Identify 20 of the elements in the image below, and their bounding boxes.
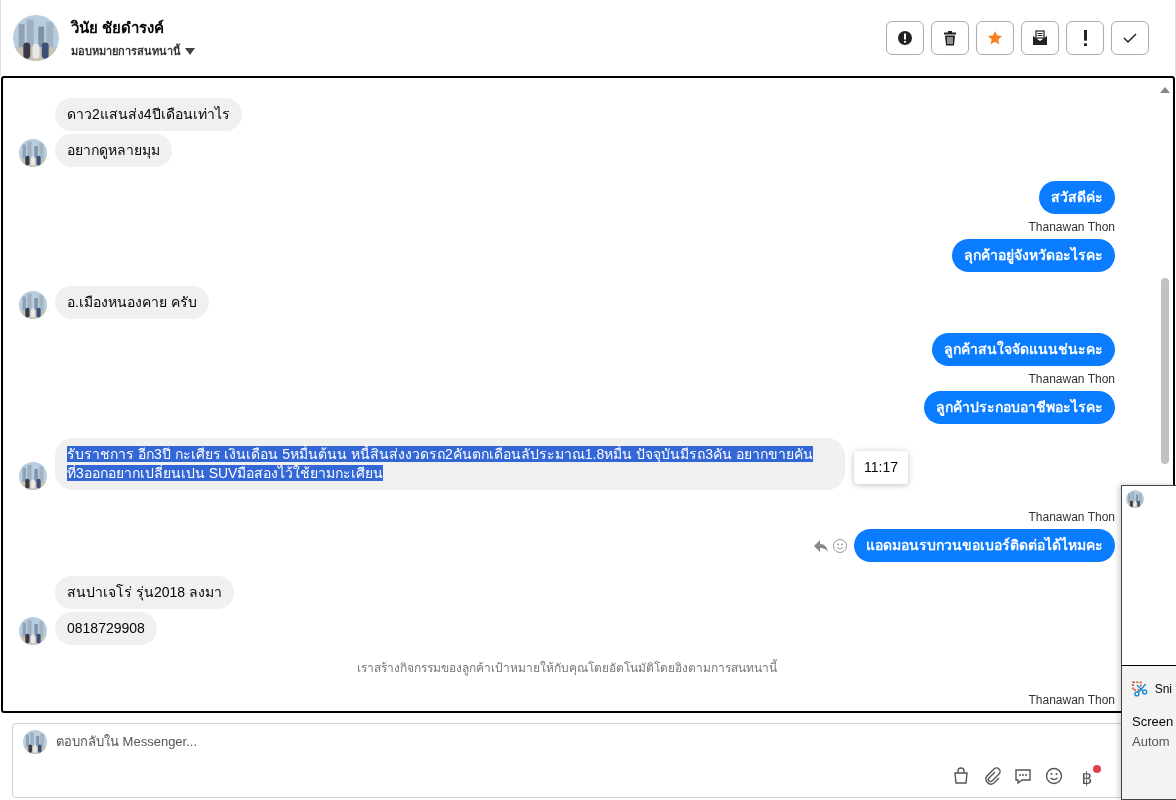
message-bubble: ลุกค้าอยู่จังหวัดอะไรคะ [952,239,1115,272]
time-tooltip: 11:17 [854,451,908,484]
contact-name: วินัย ชัยดำรงค์ [71,17,166,38]
system-notice: เราสร้างกิจกรรมของลูกค้าเป้าหมายให้กับคุณโดยอัตโนมัติโดยอิงตามการสนทนานี้ [357,659,777,677]
sender-name: Thanawan Thon [1028,509,1115,526]
message-bubble: สนปาเจโร่ รุ่น2018 ลงมา [55,576,234,609]
message-bubble: 0818729908 [55,612,157,645]
sender-name: Thanawan Thon [1028,371,1115,388]
message-bubble: ลูกค้าสนใจจัดแนนช่นะคะ [932,333,1115,366]
sender-name: Thanawan Thon [1028,219,1115,236]
message-bubble: รับราชการ อีก3ปี กะเศียร เงินเดือน 5หมื่นต้นน หนี้สินส่งงวดรถ2คันตกเดือนลัประมาณ1.8หมื่น ปัจจุบันมีรถ3คัน อยากขายคันที่3ออกอยากเปลี่ยนเปน SUVมือสองไว้ใช้ยามกะเศียน [55,438,845,490]
message-bubble: อยากดูหลายมุม [55,134,172,167]
message-bubble: สวัสดีค่ะ [1039,181,1115,214]
message-bubble: อ.เมืองหนองคาย ครับ [55,286,209,319]
sender-name: Thanawan Thon [1028,692,1115,709]
message-bubble: ลูกค้าประกอบอาชีพอะไรคะ [924,391,1115,424]
message-bubble: แอดมอนรบกวนขอเบอร์ติดต่อได้ไหมคะ [854,529,1115,562]
assign-label: มอบหมายการสนทนานี้ [71,42,181,59]
message-bubble: ดาว2แสนส่ง4ปีเดือนเท่าไร [55,98,242,131]
app-name: Sni [1154,681,1172,698]
